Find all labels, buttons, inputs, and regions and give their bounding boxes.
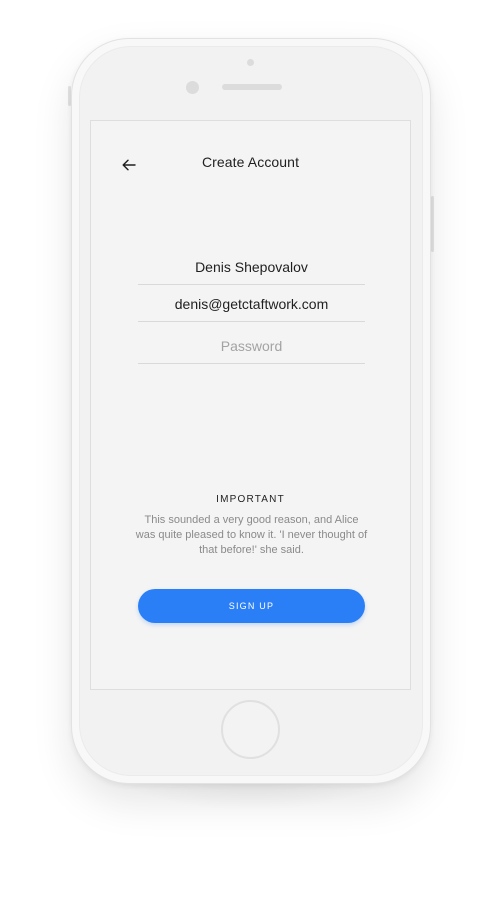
- email-input[interactable]: [138, 295, 365, 312]
- signup-button[interactable]: SIGN UP: [138, 589, 365, 623]
- phone-power-button: [431, 196, 434, 252]
- phone-speaker: [222, 84, 282, 90]
- name-input[interactable]: [138, 258, 365, 275]
- phone-home-button: [221, 700, 280, 759]
- app-screen: Create Account IMPORTANT This sounded a …: [90, 120, 411, 690]
- mockup-stage: Create Account IMPORTANT This sounded a …: [0, 0, 500, 900]
- phone-sensor: [247, 59, 254, 66]
- email-field[interactable]: [138, 286, 365, 322]
- password-input[interactable]: [138, 337, 365, 354]
- important-heading: IMPORTANT: [216, 494, 285, 505]
- app-header: Create Account: [91, 121, 410, 205]
- page-title: Create Account: [201, 154, 300, 170]
- phone-camera: [186, 81, 199, 94]
- name-field[interactable]: [138, 249, 365, 285]
- password-field[interactable]: [138, 328, 365, 364]
- important-body-text: This sounded a very good reason, and Ali…: [135, 514, 368, 556]
